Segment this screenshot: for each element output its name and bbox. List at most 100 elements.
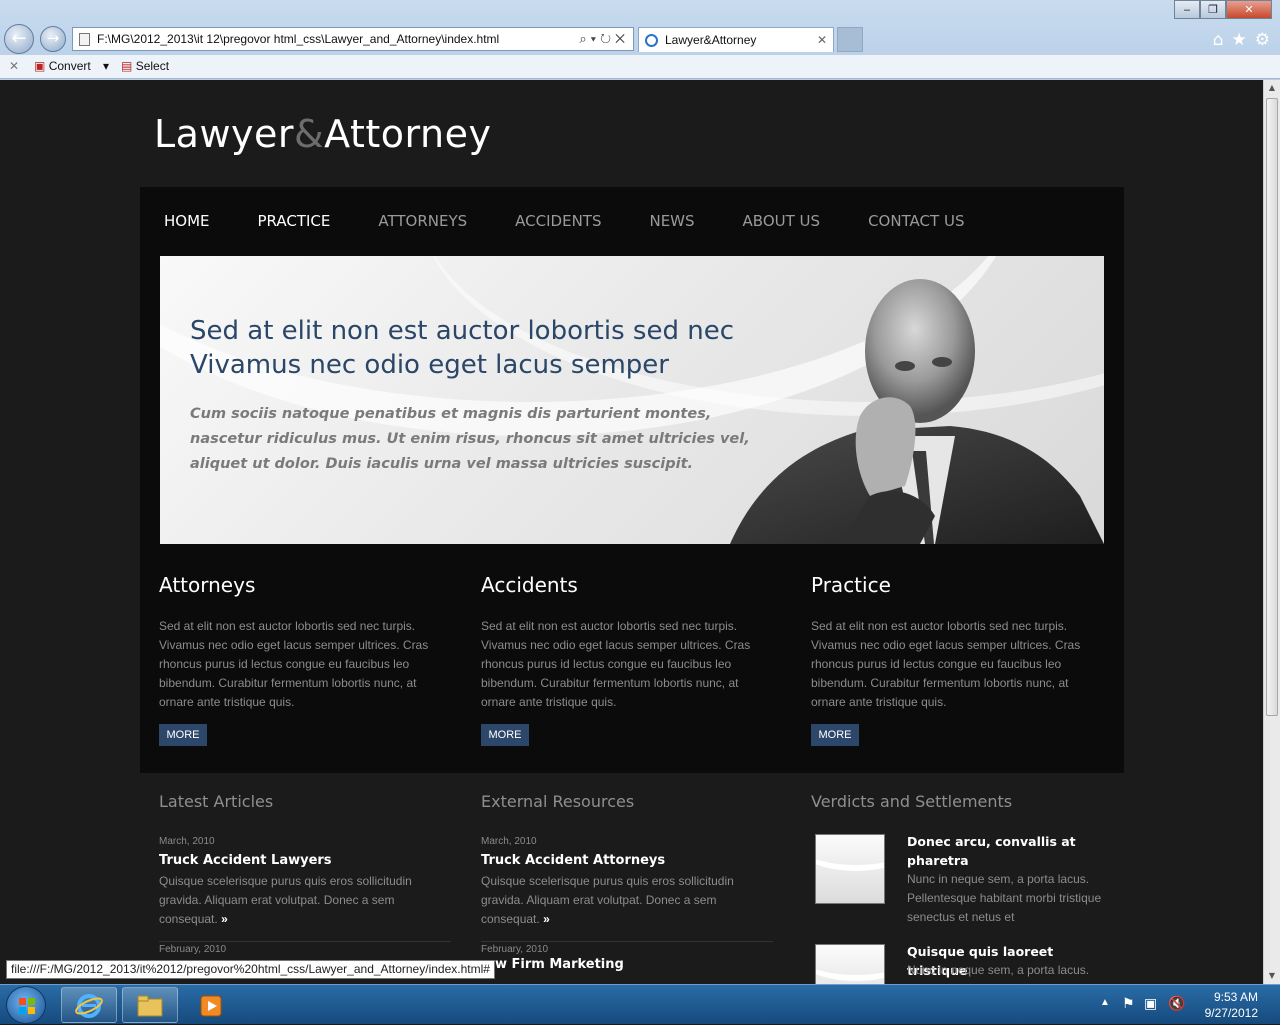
nav-contact-us[interactable]: CONTACT US: [844, 187, 988, 255]
section-heading: External Resources: [481, 792, 635, 811]
scroll-down-arrow-icon[interactable]: ▼: [1264, 968, 1280, 984]
start-button[interactable]: [6, 986, 46, 1024]
select-label: Select: [135, 59, 170, 73]
tab-lawyer-attorney[interactable]: Lawyer&Attorney ✕: [638, 27, 834, 52]
dropdown-icon[interactable]: ▾: [591, 31, 600, 46]
windows-logo-icon: [19, 998, 35, 1014]
column-title: Attorneys: [159, 573, 256, 597]
minimize-button[interactable]: ‒: [1174, 0, 1200, 19]
command-bar: ✕ ▣ Convert ▾ ▤ Select: [0, 55, 1280, 79]
address-bar[interactable]: F:\MG\2012_2013\it 12\pregovor html_css\…: [72, 27, 634, 51]
resource-item: February, 2010 w Firm Marketing: [481, 944, 773, 972]
column-title: Accidents: [481, 573, 578, 597]
select-button[interactable]: ▤ Select: [121, 55, 169, 77]
resource-desc: Quisque scelerisque purus quis eros soll…: [481, 872, 773, 929]
more-button[interactable]: MORE: [159, 724, 207, 746]
main-panel: HOME PRACTICE ATTORNEYS ACCIDENTS NEWS A…: [140, 187, 1124, 773]
column-text: Sed at elit non est auctor lobortis sed …: [481, 619, 751, 709]
volume-muted-icon[interactable]: 🔇: [1168, 995, 1185, 1012]
banner-heading-line1: Sed at elit non est auctor lobortis sed …: [190, 316, 734, 346]
convert-label: Convert: [48, 59, 91, 73]
clock-time: 9:53 AM: [1213, 990, 1258, 1004]
latest-articles-section: Latest Articles March, 2010 Truck Accide…: [159, 792, 459, 955]
network-icon[interactable]: ▣: [1144, 995, 1157, 1012]
search-icon[interactable]: ⌕: [579, 31, 590, 46]
external-resources-section: External Resources March, 2010 Truck Acc…: [481, 792, 781, 972]
verdicts-section: Verdicts and Settlements Donec arcu, con…: [811, 792, 1111, 984]
lawyer-portrait-image: [730, 279, 1104, 544]
page-icon: [79, 33, 90, 46]
vertical-scrollbar[interactable]: ▲ ▼: [1263, 80, 1280, 984]
refresh-icon[interactable]: ↻: [600, 31, 615, 46]
back-button[interactable]: ←: [4, 24, 34, 54]
column-accidents: Accidents Sed at elit non est auctor lob…: [481, 573, 761, 746]
nav-attorneys[interactable]: ATTORNEYS: [354, 187, 491, 255]
window-close-button[interactable]: ✕: [1226, 0, 1272, 19]
nav-home[interactable]: HOME: [140, 187, 234, 255]
verdict-item: Quisque quis laoreet tristique Nunc in n…: [811, 944, 1111, 984]
read-more-arrow[interactable]: »: [221, 912, 228, 926]
page-viewport: Lawyer&Attorney HOME PRACTICE ATTORNEYS …: [0, 80, 1263, 984]
read-more-arrow[interactable]: »: [543, 912, 550, 926]
section-heading: Latest Articles: [159, 792, 274, 811]
restore-button[interactable]: ❐: [1200, 0, 1226, 19]
media-player-icon: [200, 995, 222, 1017]
resource-item: March, 2010 Truck Accident Attorneys Qui…: [481, 836, 773, 942]
new-tab-button[interactable]: [837, 27, 863, 52]
banner-text: Cum sociis natoque penatibus et magnis d…: [190, 406, 750, 472]
article-date: March, 2010: [159, 836, 215, 847]
article-title-link[interactable]: Truck Accident Lawyers: [159, 853, 451, 868]
favorites-star-icon[interactable]: ★: [1232, 30, 1247, 50]
column-practice: Practice Sed at elit non est auctor lobo…: [811, 573, 1091, 746]
nav-accidents[interactable]: ACCIDENTS: [491, 187, 625, 255]
verdict-thumbnail[interactable]: [815, 944, 885, 984]
resource-date: February, 2010: [481, 944, 549, 955]
taskbar-media-player[interactable]: [183, 987, 239, 1023]
taskbar-internet-explorer[interactable]: [61, 987, 117, 1023]
clock-date: 9/27/2012: [1204, 1006, 1258, 1020]
more-button[interactable]: MORE: [811, 724, 859, 746]
resource-text: Quisque scelerisque purus quis eros soll…: [481, 874, 734, 926]
verdict-text: Nunc in neque sem, a porta lacus. Pellen…: [907, 872, 1102, 924]
logo-ampersand: &: [294, 112, 325, 156]
taskbar-explorer[interactable]: [122, 987, 178, 1023]
address-tools: ⌕▾↻✕: [579, 28, 629, 50]
scrollbar-thumb[interactable]: [1266, 98, 1278, 716]
more-button[interactable]: MORE: [481, 724, 529, 746]
site-logo[interactable]: Lawyer&Attorney: [154, 112, 491, 156]
windows-taskbar: ▲ ⚑ ▣ 🔇 9:53 AM 9/27/2012: [0, 984, 1280, 1024]
select-icon: ▤: [121, 59, 133, 73]
clock[interactable]: 9:53 AM 9/27/2012: [1205, 989, 1258, 1021]
address-text: F:\MG\2012_2013\it 12\pregovor html_css\…: [97, 32, 500, 46]
column-text: Sed at elit non est auctor lobortis sed …: [159, 619, 429, 709]
stop-icon[interactable]: ✕: [615, 31, 629, 46]
tab-title: Lawyer&Attorney: [665, 33, 757, 47]
window-controls: ‒ ❐ ✕: [1174, 0, 1272, 19]
action-center-flag-icon[interactable]: ⚑: [1122, 995, 1135, 1012]
convert-dropdown-icon[interactable]: ▾: [103, 55, 109, 77]
convert-button[interactable]: ▣ Convert: [34, 55, 91, 77]
resource-date: March, 2010: [481, 836, 537, 847]
nav-about-us[interactable]: ABOUT US: [719, 187, 845, 255]
forward-button[interactable]: →: [40, 26, 66, 52]
tab-close-icon[interactable]: ✕: [817, 28, 827, 53]
column-title: Practice: [811, 573, 891, 597]
ie-icon: [645, 34, 658, 47]
show-hidden-icons-icon[interactable]: ▲: [1100, 997, 1110, 1008]
close-bar-icon[interactable]: ✕: [9, 55, 19, 77]
resource-title-link[interactable]: Truck Accident Attorneys: [481, 853, 773, 868]
logo-part1: Lawyer: [154, 112, 295, 156]
verdict-thumbnail[interactable]: [815, 834, 885, 904]
status-url-tooltip: file:///F:/MG/2012_2013/it%2012/pregovor…: [6, 960, 495, 979]
verdict-title-link[interactable]: Donec arcu, convallis at pharetra: [907, 832, 1097, 870]
resource-title-link[interactable]: w Firm Marketing: [481, 957, 773, 972]
nav-news[interactable]: NEWS: [625, 187, 718, 255]
article-item: February, 2010: [159, 944, 451, 955]
verdict-text: Nunc in neque sem, a porta lacus.: [907, 963, 1090, 977]
banner-heading: Sed at elit non est auctor lobortis sed …: [190, 314, 790, 382]
internet-explorer-icon: [75, 994, 103, 1018]
scroll-up-arrow-icon[interactable]: ▲: [1264, 80, 1280, 96]
tools-gear-icon[interactable]: ⚙: [1255, 30, 1270, 50]
nav-practice[interactable]: PRACTICE: [234, 187, 355, 255]
home-icon[interactable]: ⌂: [1213, 30, 1224, 50]
